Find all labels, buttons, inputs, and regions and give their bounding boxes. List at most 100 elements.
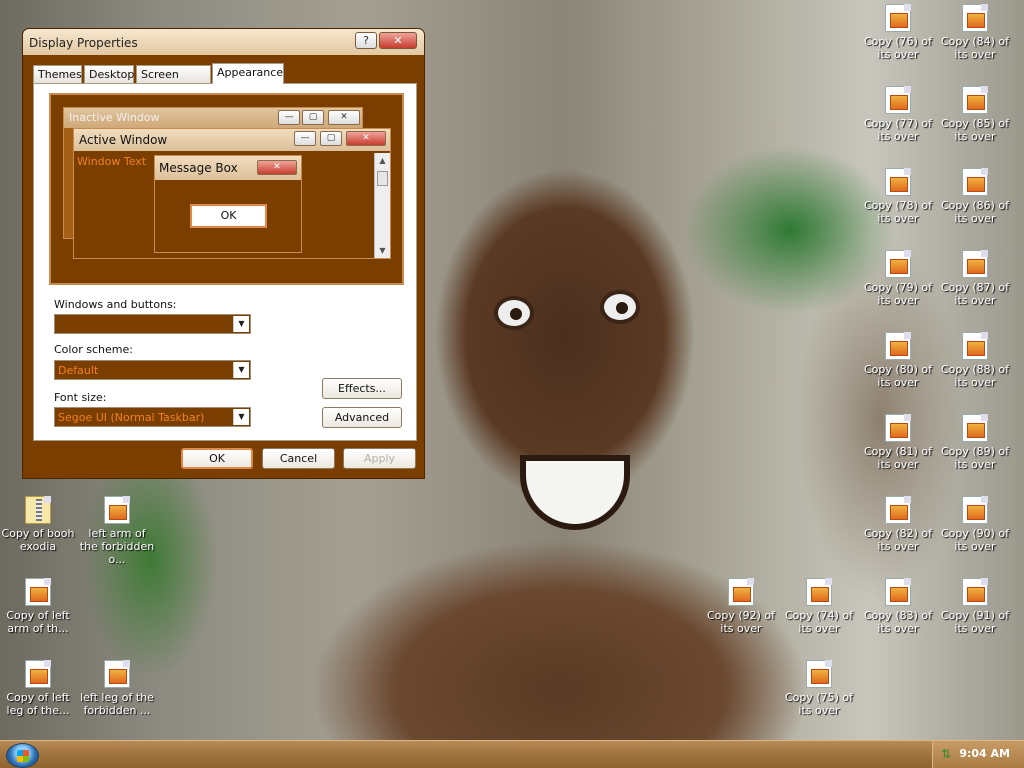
desktop-icon[interactable]: Copy (91) of its over — [937, 578, 1013, 635]
font-size-select[interactable]: Segoe UI (Normal Taskbar) ▼ — [54, 407, 251, 427]
desktop-icon[interactable]: Copy (80) of its over — [860, 332, 936, 389]
chevron-down-icon: ▼ — [233, 316, 249, 332]
desktop-icon-label: Copy (81) of its over — [863, 445, 933, 471]
dialog-title: Display Properties — [29, 36, 138, 50]
file-icon — [962, 86, 988, 114]
desktop-icon[interactable]: Copy (78) of its over — [860, 168, 936, 225]
file-icon — [885, 332, 911, 360]
cancel-button[interactable]: Cancel — [262, 448, 335, 469]
desktop-icon[interactable]: Copy (79) of its over — [860, 250, 936, 307]
desktop-icon[interactable]: Copy (74) of its over — [781, 578, 857, 635]
file-icon — [962, 168, 988, 196]
desktop-icon-label: Copy (80) of its over — [863, 363, 933, 389]
close-icon: ✕ — [346, 131, 386, 146]
color-scheme-value: Default — [58, 364, 99, 377]
desktop-icon[interactable]: Copy (90) of its over — [937, 496, 1013, 553]
file-icon — [885, 578, 911, 606]
desktop-icon-label: Copy (87) of its over — [940, 281, 1010, 307]
zip-folder-icon — [25, 496, 51, 524]
desktop-icon-label: Copy (76) of its over — [863, 35, 933, 61]
desktop-icon[interactable]: Copy of left arm of th... — [0, 578, 76, 635]
desktop-icon[interactable]: Copy (76) of its over — [860, 4, 936, 61]
window-text: Window Text — [77, 155, 147, 168]
file-icon — [806, 660, 832, 688]
desktop-icon[interactable]: left leg of the forbidden ... — [79, 660, 155, 717]
minimize-icon: — — [278, 110, 300, 125]
color-scheme-select[interactable]: Default ▼ — [54, 360, 251, 380]
desktop-icon[interactable]: Copy (86) of its over — [937, 168, 1013, 225]
desktop-icon-label: Copy (92) of its over — [706, 609, 776, 635]
desktop-icon[interactable]: Copy of booh exodia — [0, 496, 76, 553]
minimize-icon: — — [294, 131, 316, 146]
desktop-icon[interactable]: Copy (85) of its over — [937, 86, 1013, 143]
desktop-icon[interactable]: Copy (82) of its over — [860, 496, 936, 553]
advanced-button[interactable]: Advanced — [322, 407, 402, 428]
maximize-icon: ▢ — [320, 131, 342, 146]
desktop-icon-label: Copy of left leg of the... — [6, 691, 70, 717]
preview-ok-button: OK — [190, 204, 267, 228]
tab-appearance[interactable]: Appearance — [212, 63, 284, 84]
ok-button[interactable]: OK — [181, 448, 253, 469]
tab-desktop[interactable]: Desktop — [84, 65, 134, 83]
close-icon: ✕ — [257, 160, 297, 175]
desktop-icon-label: Copy (77) of its over — [863, 117, 933, 143]
clock[interactable]: 9:04 AM — [959, 747, 1010, 760]
start-button[interactable] — [6, 743, 39, 768]
file-icon — [25, 660, 51, 688]
desktop-icon[interactable]: Copy of left leg of the... — [0, 660, 76, 717]
file-icon — [885, 496, 911, 524]
desktop-icon[interactable]: Copy (89) of its over — [937, 414, 1013, 471]
desktop-icon-label: Copy of booh exodia — [1, 527, 75, 553]
desktop-icon[interactable]: Copy (87) of its over — [937, 250, 1013, 307]
close-icon: ✕ — [328, 110, 360, 125]
preview-scrollbar: ▲ ▼ — [374, 153, 390, 258]
windows-buttons-select[interactable]: ▼ — [54, 314, 251, 334]
file-icon — [962, 250, 988, 278]
font-size-label: Font size: — [54, 391, 107, 404]
effects-button[interactable]: Effects... — [322, 378, 402, 399]
desktop-icon-label: Copy (90) of its over — [940, 527, 1010, 553]
chevron-down-icon: ▼ — [233, 409, 249, 425]
desktop-icon[interactable]: Copy (75) of its over — [781, 660, 857, 717]
tab-screen-saver[interactable]: Screen Saver — [136, 65, 211, 98]
file-icon — [962, 496, 988, 524]
file-icon — [885, 414, 911, 442]
file-icon — [885, 250, 911, 278]
desktop-icon[interactable]: Copy (81) of its over — [860, 414, 936, 471]
desktop-icon-label: Copy (84) of its over — [940, 35, 1010, 61]
desktop-icon-label: Copy (74) of its over — [784, 609, 854, 635]
desktop-icon-label: Copy (78) of its over — [863, 199, 933, 225]
wallpaper-eye-left — [494, 296, 534, 330]
scroll-thumb — [377, 171, 388, 186]
windows-logo-icon — [17, 750, 29, 762]
file-icon — [885, 4, 911, 32]
file-icon — [962, 4, 988, 32]
preview-active-window: Active Window — ▢ ✕ Window Text Message … — [73, 128, 391, 259]
maximize-icon: ▢ — [302, 110, 324, 125]
message-box-title: Message Box — [159, 161, 238, 175]
apply-button[interactable]: Apply — [343, 448, 416, 469]
help-button[interactable]: ? — [355, 32, 377, 49]
desktop-icon-label: Copy (79) of its over — [863, 281, 933, 307]
desktop-icon[interactable]: Copy (83) of its over — [860, 578, 936, 635]
desktop-icon[interactable]: Copy (92) of its over — [703, 578, 779, 635]
font-size-value: Segoe UI (Normal Taskbar) — [58, 411, 205, 424]
desktop-icon[interactable]: Copy (88) of its over — [937, 332, 1013, 389]
file-icon — [104, 496, 130, 524]
desktop-icon[interactable]: left arm of the forbidden o... — [79, 496, 155, 566]
file-icon — [104, 660, 130, 688]
file-icon — [885, 168, 911, 196]
tab-themes[interactable]: Themes — [33, 65, 82, 83]
desktop-icon[interactable]: Copy (77) of its over — [860, 86, 936, 143]
network-icon[interactable]: ⇅ — [941, 747, 955, 761]
desktop-icon[interactable]: Copy (84) of its over — [937, 4, 1013, 61]
close-button[interactable]: ✕ — [379, 32, 417, 49]
desktop-icon-label: Copy (82) of its over — [863, 527, 933, 553]
display-properties-dialog: Display Properties ? ✕ Themes Desktop Sc… — [22, 28, 425, 479]
file-icon — [25, 578, 51, 606]
wallpaper-mouth — [520, 455, 630, 530]
window-text-area: Window Text Message Box ✕ OK — [74, 153, 376, 258]
dialog-titlebar[interactable]: Display Properties ? ✕ — [23, 29, 424, 55]
active-window-title: Active Window — [79, 133, 168, 147]
active-window-titlebar: Active Window — ▢ ✕ — [74, 129, 390, 151]
